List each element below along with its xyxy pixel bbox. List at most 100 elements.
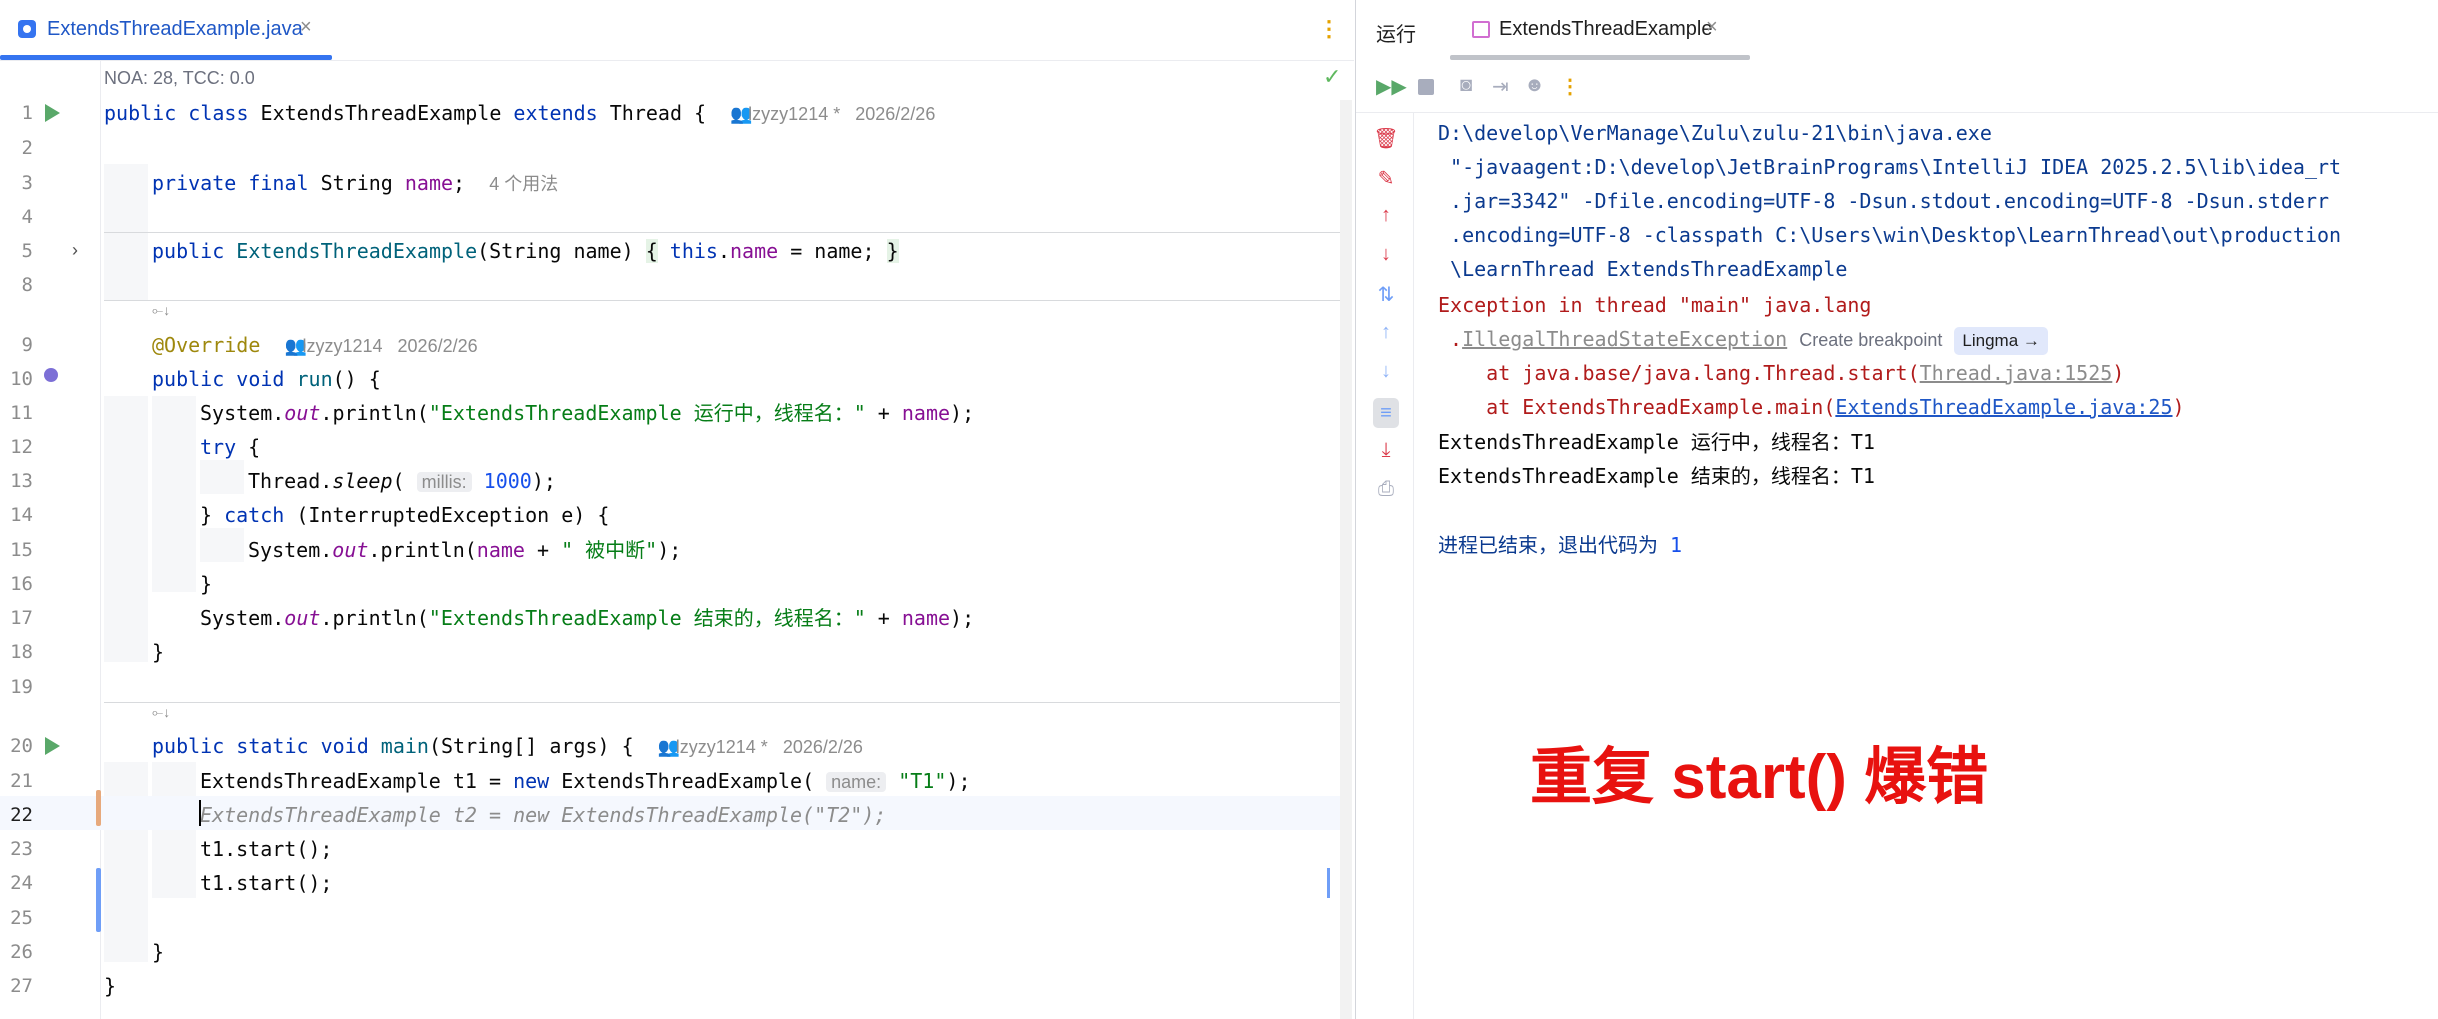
code-line-5[interactable]: public ExtendsThreadExample(String name)…: [152, 234, 899, 268]
exit-icon[interactable]: ⇥: [1492, 74, 1509, 99]
run-tool-window: 运行 ExtendsThreadExample × ▶▶ ◙ ⇥ ☻ ⋮ 🗑 ✎…: [1355, 0, 2438, 1019]
indent-guide: [104, 762, 148, 962]
line-number: 8: [21, 274, 33, 296]
code-token: );: [657, 538, 682, 562]
code-token: private final: [152, 171, 309, 195]
code-line-14[interactable]: } catch (InterruptedException e) {: [200, 498, 609, 532]
close-icon[interactable]: ×: [1706, 16, 1718, 39]
more-icon[interactable]: ⋮: [1318, 16, 1340, 42]
line-number: 15: [10, 539, 33, 561]
code-line-23[interactable]: t1.start();: [200, 832, 332, 866]
code-token: (InterruptedException e) {: [284, 503, 610, 527]
console-line: D:\develop\VerManage\Zulu\zulu-21\bin\ja…: [1438, 121, 1992, 145]
code-line-16[interactable]: }: [200, 567, 212, 601]
run-icon[interactable]: [45, 737, 60, 755]
down-arrow-icon[interactable]: ↓: [1373, 243, 1399, 266]
print-icon[interactable]: ⎙: [1373, 478, 1399, 501]
code-token: public: [152, 239, 225, 263]
editor-tab-label: ExtendsThreadExample.java: [47, 18, 303, 40]
code-line-17[interactable]: System.out.println("ExtendsThreadExample…: [200, 601, 974, 635]
rerun-icon[interactable]: ▶▶: [1376, 74, 1407, 99]
code-line-12[interactable]: try {: [200, 430, 260, 464]
line-number: 25: [10, 907, 33, 929]
scroll-to-end-icon[interactable]: ⤓: [1373, 439, 1399, 462]
code-token: {: [236, 435, 261, 459]
code-token: System.: [248, 538, 333, 562]
code-line-26[interactable]: }: [152, 935, 164, 969]
code-line-9[interactable]: @Override 👥lzyzy1214 2026/2/26: [152, 328, 478, 362]
code-token: );: [950, 401, 975, 425]
stop-icon[interactable]: [1418, 79, 1434, 95]
run-config-tab[interactable]: ExtendsThreadExample ×: [1450, 0, 1750, 60]
code-line-13[interactable]: Thread.sleep( millis: 1000);: [248, 464, 556, 498]
close-icon[interactable]: ×: [300, 16, 312, 39]
hierarchy-icon[interactable]: ⟜↓: [152, 302, 170, 319]
soft-wrap-icon[interactable]: ≡: [1373, 398, 1399, 428]
console-token: at java.base/java.lang.Thread.start(: [1438, 361, 1920, 385]
console-line: .encoding=UTF-8 -classpath C:\Users\win\…: [1438, 223, 2342, 247]
code-token: );: [946, 769, 971, 793]
up-arrow-icon[interactable]: ↑: [1373, 204, 1399, 227]
fold-arrow-icon[interactable]: ›: [72, 240, 78, 261]
create-breakpoint-link[interactable]: Create breakpoint: [1799, 330, 1942, 350]
line-number: 10: [10, 368, 33, 390]
code-line-21[interactable]: ExtendsThreadExample t1 = new ExtendsThr…: [200, 764, 971, 798]
run-toolbar: ▶▶ ◙ ⇥ ☻ ⋮: [1356, 68, 2438, 108]
code-line-20[interactable]: public static void main(String[] args) {…: [152, 729, 863, 763]
debug-icon[interactable]: ☻: [1524, 74, 1545, 97]
line-number: 9: [21, 334, 33, 356]
code-metrics: NOA: 28, TCC: 0.0: [104, 68, 255, 88]
code-line-22-commented[interactable]: ExtendsThreadExample t2 = new ExtendsThr…: [200, 798, 886, 832]
stack-trace-link[interactable]: Thread.java:1525: [1920, 361, 2113, 385]
code-line-10[interactable]: public void run() {: [152, 362, 381, 396]
code-token: System.: [200, 401, 285, 425]
console-token: ): [2112, 361, 2125, 385]
method-separator: [104, 702, 1340, 703]
code-token: new: [513, 769, 550, 793]
code-line-15[interactable]: System.out.println(name + " 被中断");: [248, 533, 681, 567]
code-token: (String[] args) {: [428, 734, 634, 758]
run-title: 运行: [1376, 24, 1416, 46]
code-token: main: [368, 734, 429, 758]
down-arrow-icon[interactable]: ↓: [1373, 360, 1399, 383]
code-line-27[interactable]: }: [104, 969, 116, 1003]
line-number: 11: [10, 402, 33, 424]
code-token: public void: [152, 367, 285, 391]
code-line-18[interactable]: }: [152, 635, 164, 669]
exception-link[interactable]: IllegalThreadStateException: [1462, 327, 1787, 351]
editor-tab[interactable]: ExtendsThreadExample.java ×: [0, 0, 332, 60]
code-token: sleep: [332, 469, 393, 493]
code-line-24[interactable]: t1.start();: [200, 866, 332, 900]
code-line-3[interactable]: private final String name; 4 个用法: [152, 166, 558, 200]
code-token: public static void: [152, 734, 369, 758]
change-marker: [96, 790, 101, 826]
code-line-1[interactable]: public class ExtendsThreadExample extend…: [104, 96, 935, 130]
trash-icon[interactable]: 🗑: [1373, 126, 1399, 151]
line-number: 20: [10, 735, 33, 757]
code-line-11[interactable]: System.out.println("ExtendsThreadExample…: [200, 396, 974, 430]
code-token: ;: [453, 171, 466, 195]
line-number: 12: [10, 436, 33, 458]
line-number: 19: [10, 676, 33, 698]
more-icon[interactable]: ⋮: [1560, 74, 1580, 99]
code-token: run: [284, 367, 333, 391]
author-hint[interactable]: 👥lzyzy1214 * 2026/2/26: [658, 737, 863, 757]
author-hint[interactable]: 👥lzyzy1214 * 2026/2/26: [730, 104, 935, 124]
clear-icon[interactable]: ✎: [1373, 166, 1399, 191]
sort-icon[interactable]: ⇅: [1373, 282, 1399, 307]
method-separator: [104, 300, 1340, 301]
camera-icon[interactable]: ◙: [1460, 74, 1472, 97]
editor-scrollbar[interactable]: [1340, 100, 1352, 1019]
usages-hint[interactable]: 4 个用法: [489, 174, 558, 194]
hierarchy-icon[interactable]: ⟜↓: [152, 704, 170, 721]
stack-trace-link[interactable]: ExtendsThreadExample.java:25: [1835, 395, 2172, 419]
run-icon[interactable]: [45, 104, 60, 122]
code-token: );: [950, 606, 975, 630]
up-arrow-icon[interactable]: ↑: [1373, 321, 1399, 344]
line-number: 27: [10, 975, 33, 997]
override-icon[interactable]: [44, 368, 58, 382]
lingma-button[interactable]: Lingma →: [1954, 327, 2048, 355]
code-editor[interactable]: ExtendsThreadExample.java × ⋮ NOA: 28, T…: [0, 0, 1354, 1019]
java-file-icon: [18, 20, 36, 38]
author-hint[interactable]: 👥lzyzy1214 2026/2/26: [284, 336, 477, 356]
